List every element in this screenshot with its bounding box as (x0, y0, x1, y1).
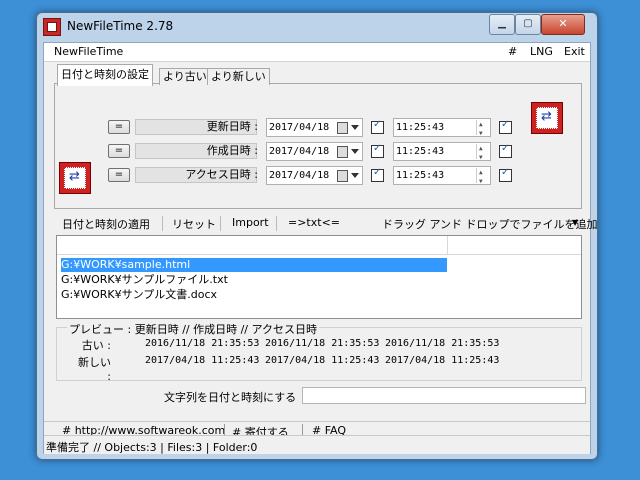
drag-drop-hint[interactable]: ドラッグ アンド ドロップでファイルを追加 (382, 216, 598, 232)
modified-time-picker[interactable]: 11:25:43 (393, 116, 491, 142)
created-date-checkbox[interactable] (371, 143, 384, 158)
accessed-date-value: 2017/04/18 (269, 170, 330, 181)
window-title: NewFileTime 2.78 (67, 19, 174, 33)
modified-date-checkbox[interactable] (371, 119, 384, 134)
app-window: NewFileTime 2.78 ▁ ▢ ✕ NewFileTime # LNG… (36, 12, 598, 460)
tab-newer[interactable]: より新しい (207, 68, 270, 85)
chevron-down-icon[interactable]: ▼ (572, 218, 578, 227)
accessed-time-checkbox[interactable] (499, 167, 512, 182)
minimize-button[interactable]: ▁ (489, 14, 515, 35)
menu-app[interactable]: NewFileTime (54, 45, 123, 58)
newer-label: 新しい : (78, 356, 111, 383)
newer-created: 2017/04/18 11:25:43 (265, 355, 380, 366)
swap-time-icon[interactable] (531, 102, 563, 134)
older-modified: 2016/11/18 21:35:53 (145, 338, 260, 349)
modified-date-picker[interactable]: 2017/04/18 (266, 118, 363, 137)
apply-button[interactable]: 日付と時刻の適用 (62, 216, 150, 232)
list-item[interactable]: G:¥WORK¥sample.html (61, 258, 447, 272)
tab-older[interactable]: より古い (159, 68, 211, 85)
older-created: 2016/11/18 21:35:53 (265, 338, 380, 349)
menu-language[interactable]: LNG (530, 45, 553, 58)
modified-label: 更新日時 : (206, 120, 258, 133)
close-button[interactable]: ✕ (541, 14, 585, 35)
older-accessed: 2016/11/18 21:35:53 (385, 338, 500, 349)
app-icon (43, 18, 61, 36)
link-divider (224, 424, 225, 435)
maximize-button[interactable]: ▢ (515, 14, 541, 35)
created-equal-button[interactable]: = (108, 144, 130, 158)
preview-header: プレビュー : 更新日時 // 作成日時 // アクセス日時 (67, 321, 319, 337)
tab-date-time-settings[interactable]: 日付と時刻の設定 (57, 64, 153, 86)
convert-text-input[interactable] (302, 387, 586, 404)
created-time-checkbox[interactable] (499, 143, 512, 158)
preview-group: プレビュー : 更新日時 // 作成日時 // アクセス日時 古い : 新しい … (56, 321, 582, 383)
menu-hash[interactable]: # (508, 45, 517, 58)
created-label: 作成日時 : (206, 144, 258, 157)
status-text: 準備完了 // Objects:3 | Files:3 | Folder:0 (46, 441, 258, 454)
spin-icon[interactable] (476, 140, 489, 166)
list-item[interactable]: G:¥WORK¥サンプルファイル.txt (61, 273, 447, 287)
modified-equal-button[interactable]: = (108, 120, 130, 134)
toolbar-divider (220, 216, 221, 231)
toolbar-divider (276, 216, 277, 231)
calendar-icon (337, 122, 348, 134)
chevron-down-icon[interactable] (351, 173, 359, 178)
accessed-date-picker[interactable]: 2017/04/18 (266, 166, 363, 185)
older-label: 古い : (81, 339, 111, 352)
spin-icon[interactable] (476, 164, 489, 190)
file-list[interactable]: G:¥WORK¥sample.html G:¥WORK¥サンプルファイル.txt… (56, 235, 582, 319)
created-date-value: 2017/04/18 (269, 146, 330, 157)
action-toolbar: 日付と時刻の適用 リセット Import =>txt<= ドラッグ アンド ドロ… (44, 213, 598, 233)
menu-exit[interactable]: Exit (564, 45, 585, 58)
accessed-time-value: 11:25:43 (396, 170, 445, 181)
export-txt-button[interactable]: =>txt<= (288, 216, 340, 229)
modified-time-checkbox[interactable] (499, 119, 512, 134)
newer-modified: 2017/04/18 11:25:43 (145, 355, 260, 366)
accessed-equal-button[interactable]: = (108, 168, 130, 182)
calendar-icon (337, 146, 348, 158)
column-divider[interactable] (447, 236, 448, 254)
created-time-picker[interactable]: 11:25:43 (393, 140, 491, 166)
modified-date-value: 2017/04/18 (269, 122, 330, 133)
list-header (57, 236, 581, 255)
convert-label: 文字列を日付と時刻にする (164, 391, 297, 404)
link-divider (302, 424, 303, 435)
accessed-label: アクセス日時 : (185, 168, 258, 181)
client-area: NewFileTime # LNG Exit 日付と時刻の設定 より古い より新… (43, 42, 598, 454)
created-date-picker[interactable]: 2017/04/18 (266, 142, 363, 161)
accessed-time-picker[interactable]: 11:25:43 (393, 164, 491, 190)
spin-icon[interactable] (476, 116, 489, 142)
reset-button[interactable]: リセット (172, 216, 216, 232)
menu-bar: NewFileTime # LNG Exit (44, 43, 590, 62)
modified-time-value: 11:25:43 (396, 122, 445, 133)
list-item[interactable]: G:¥WORK¥サンプル文書.docx (61, 288, 447, 302)
swap-time-icon-left[interactable] (59, 162, 91, 194)
import-button[interactable]: Import (232, 216, 269, 229)
created-time-value: 11:25:43 (396, 146, 445, 157)
chevron-down-icon[interactable] (351, 125, 359, 130)
status-bar: 準備完了 // Objects:3 | Files:3 | Folder:0 (44, 435, 590, 454)
date-settings-panel: 日付と時刻の設定 より古い より新しい = 更新日時 : 2017/04/18 … (54, 64, 582, 209)
toolbar-divider (162, 216, 163, 231)
calendar-icon (337, 170, 348, 182)
accessed-date-checkbox[interactable] (371, 167, 384, 182)
title-bar[interactable]: NewFileTime 2.78 ▁ ▢ ✕ (37, 13, 597, 41)
chevron-down-icon[interactable] (351, 149, 359, 154)
footer-links: # http://www.softwareok.com # 寄付する # FAQ (44, 421, 590, 439)
newer-accessed: 2017/04/18 11:25:43 (385, 355, 500, 366)
